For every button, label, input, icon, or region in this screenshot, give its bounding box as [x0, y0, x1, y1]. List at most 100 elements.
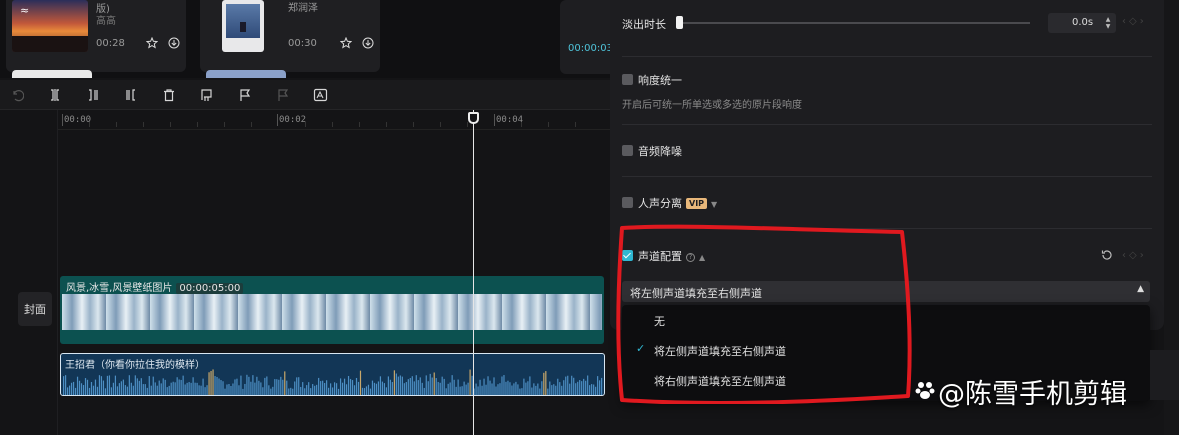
ruler-tick-label: 00:00 [64, 115, 92, 125]
waveform-bar [543, 372, 545, 395]
dropdown-option[interactable]: 无 [622, 305, 1150, 335]
fade-out-value: 0.0s [1072, 17, 1094, 28]
loudness-checkbox[interactable] [622, 74, 633, 85]
media-card-partial[interactable] [206, 70, 286, 78]
marker-flag-disabled-icon[interactable] [274, 86, 292, 104]
waveform-bar [230, 385, 232, 395]
waveform-bar [228, 383, 230, 395]
undo-icon[interactable] [8, 86, 26, 104]
audio-clip[interactable]: 王招君（你看你拉住我的模样） [60, 353, 605, 396]
video-clip-duration: 00:00:05:00 [176, 283, 244, 294]
waveform-bar [284, 371, 286, 395]
stepper-icon[interactable]: ▲ ▼ [1104, 16, 1112, 30]
waveform-bar [345, 384, 348, 395]
waveform-bar [292, 388, 294, 395]
ruler-minor-tick [224, 122, 225, 127]
waveform-bar [555, 385, 557, 395]
media-card[interactable]: ≈ 版) 高高 00:28 [6, 0, 186, 72]
fade-out-slider-track[interactable] [680, 22, 1030, 24]
vocal-separation-checkbox[interactable] [622, 197, 633, 208]
waveform-bar [489, 380, 491, 395]
waveform-bar [349, 378, 352, 395]
waveform-bar [599, 380, 601, 395]
waveform-bar [481, 385, 483, 395]
favorite-star-icon[interactable] [338, 35, 354, 51]
waveform-bar [373, 382, 376, 395]
dropdown-option-label: 无 [654, 315, 665, 328]
ruler-minor-tick [170, 122, 171, 127]
waveform-bar [216, 376, 218, 395]
waveform-bar [333, 382, 336, 395]
waveform-bar [144, 384, 146, 395]
channel-config-checkbox[interactable] [622, 250, 633, 261]
waveform-bar [597, 376, 599, 395]
waveform-bar [104, 388, 107, 395]
download-icon[interactable] [166, 35, 182, 51]
waveform-bar [339, 378, 342, 395]
waveform-bar [529, 376, 531, 395]
waveform-bar [527, 381, 529, 395]
freeze-frame-icon[interactable] [198, 86, 216, 104]
ruler-minor-tick [386, 122, 387, 127]
waveform-bar [455, 386, 457, 395]
chevron-up-icon[interactable]: ▲ [1137, 284, 1144, 294]
denoise-checkbox[interactable] [622, 145, 633, 156]
waveform-bar [421, 382, 423, 395]
reset-icon[interactable] [1100, 248, 1114, 262]
channel-config-select[interactable]: 将左侧声道填充至右侧声道 ▲ [622, 281, 1150, 302]
marker-flag-icon[interactable] [236, 86, 254, 104]
keyframe-nav-icon[interactable]: ‹◇› [1122, 16, 1147, 27]
waveform-bar [573, 377, 575, 395]
waveform-bar [585, 380, 587, 395]
playhead[interactable] [468, 110, 479, 435]
download-icon[interactable] [360, 35, 376, 51]
waveform-bar [379, 376, 382, 395]
fade-out-slider-handle[interactable] [676, 16, 683, 29]
waveform-bar [108, 375, 111, 395]
waveform-bar [485, 384, 487, 395]
waveform-bar [575, 383, 577, 395]
auto-crop-icon[interactable] [312, 86, 330, 104]
waveform-bar [224, 388, 226, 395]
side-panel-partial [1150, 350, 1179, 400]
timeline[interactable]: 00:00 00:02 00:04 封面 风景,冰雪,风景壁纸图片 00:00:0… [0, 110, 610, 435]
video-clip[interactable]: 风景,冰雪,风景壁纸图片 00:00:05:00 [60, 276, 604, 344]
waveform-bar [343, 378, 346, 395]
trim-right-icon[interactable] [122, 86, 140, 104]
time-ruler[interactable]: 00:00 00:02 00:04 [58, 110, 610, 130]
waveform-bar [445, 388, 447, 395]
delete-icon[interactable] [160, 86, 178, 104]
favorite-star-icon[interactable] [144, 35, 160, 51]
split-icon[interactable] [46, 86, 64, 104]
ruler-minor-tick [332, 122, 333, 127]
waveform-bar [130, 382, 132, 395]
media-card-partial[interactable] [12, 70, 92, 78]
waveform-bar [541, 381, 543, 395]
media-artist: 郑润泽 [288, 3, 318, 14]
waveform-bar [535, 385, 537, 395]
cover-button[interactable]: 封面 [18, 292, 52, 326]
waveform-bar [272, 386, 274, 395]
waveform-bar [148, 376, 150, 395]
waveform-bar [583, 378, 585, 395]
waveform-bar [168, 385, 170, 395]
media-card[interactable]: 郑润泽 00:30 [200, 0, 380, 72]
waveform-bar [202, 378, 204, 395]
waveform-bar [196, 382, 198, 395]
waveform-bar [549, 381, 551, 395]
waveform-bar [447, 383, 449, 395]
waveform-bar [335, 383, 338, 395]
caret-up-icon[interactable]: ▲ [699, 253, 705, 262]
waveform-bar [332, 387, 334, 395]
help-icon[interactable]: ? [686, 253, 695, 262]
trim-left-icon[interactable] [84, 86, 102, 104]
keyframe-nav-icon[interactable]: ‹◇› [1122, 250, 1147, 261]
dropdown-option-selected[interactable]: ✓ 将左侧声道填充至右侧声道 [622, 335, 1150, 365]
waveform-bar [330, 383, 332, 395]
fade-out-input[interactable]: 0.0s ▲ ▼ [1048, 13, 1116, 33]
waveform-bar [166, 387, 168, 395]
waveform-bar [258, 380, 260, 395]
waveform-bar [64, 375, 67, 395]
caret-down-icon[interactable]: ▼ [711, 200, 717, 209]
playhead-handle[interactable] [468, 112, 479, 124]
